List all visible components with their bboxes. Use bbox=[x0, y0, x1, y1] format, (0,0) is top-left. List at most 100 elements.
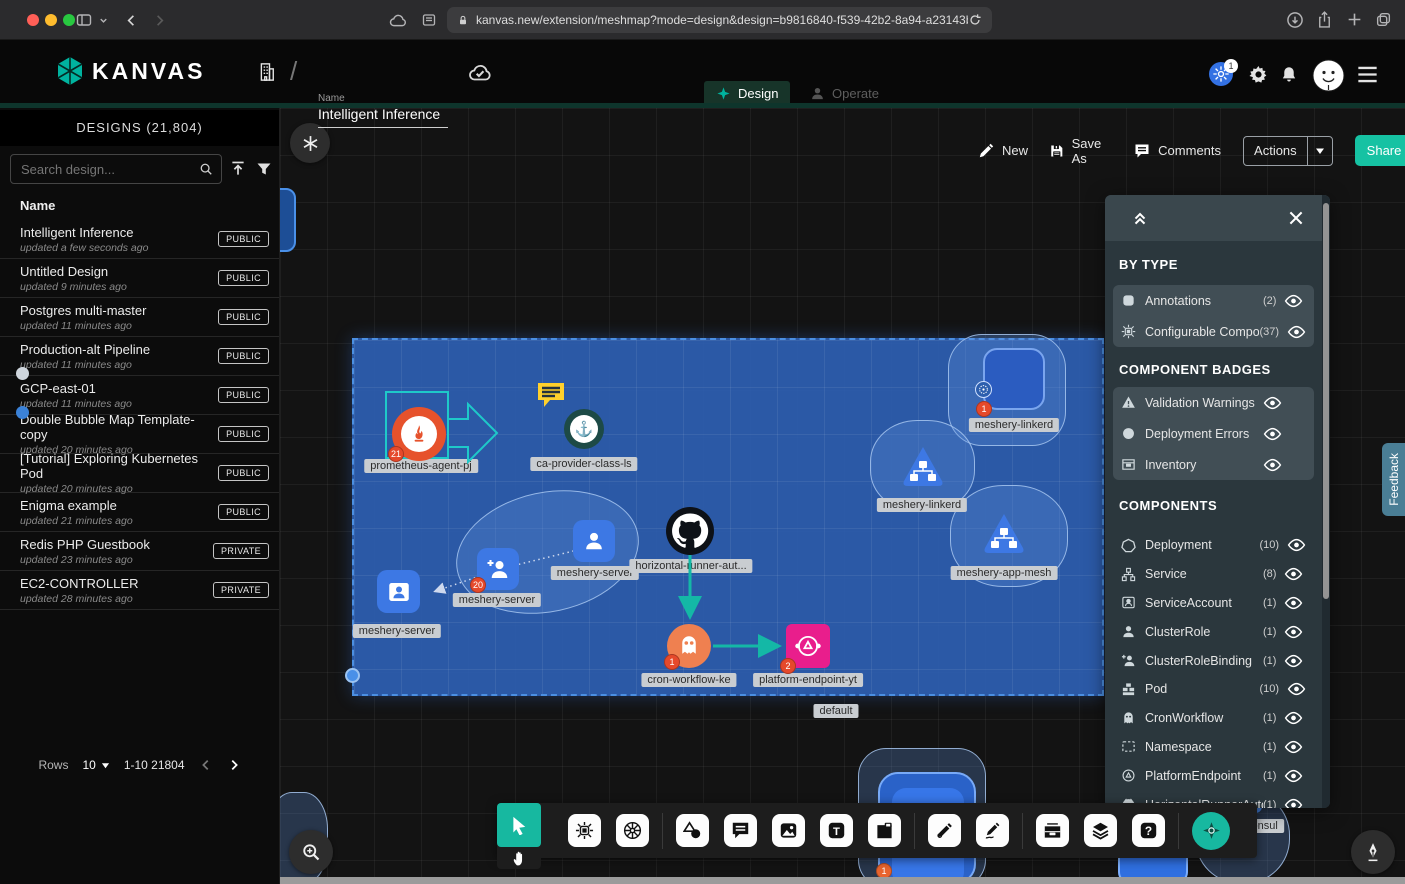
panel-row[interactable]: Inventory bbox=[1113, 449, 1314, 480]
kanvas-logo-icon[interactable] bbox=[54, 55, 86, 87]
design-list-item[interactable]: Double Bubble Map Template-copyupdated 2… bbox=[0, 415, 279, 454]
shapes-tool[interactable] bbox=[676, 814, 709, 847]
visibility-eye-icon[interactable] bbox=[1263, 458, 1282, 472]
panel-row[interactable]: Namespace(1) bbox=[1113, 733, 1314, 762]
visibility-eye-icon[interactable] bbox=[1284, 740, 1303, 754]
drawer-tool[interactable] bbox=[1036, 814, 1069, 847]
search-input[interactable] bbox=[19, 161, 199, 178]
minimize-window-button[interactable] bbox=[45, 14, 57, 26]
snap-grid-button[interactable] bbox=[290, 123, 330, 163]
tab-overview-button[interactable] bbox=[1375, 11, 1392, 28]
user-avatar[interactable] bbox=[1312, 59, 1345, 92]
zoom-in-button[interactable] bbox=[289, 830, 333, 874]
node-serviceaccount[interactable] bbox=[377, 570, 420, 613]
node-ca-provider[interactable]: ⚓ bbox=[564, 409, 604, 449]
comment-tool[interactable] bbox=[724, 814, 757, 847]
design-list-item[interactable]: GCP-east-01updated 11 minutes agoPUBLIC bbox=[0, 376, 279, 415]
panel-row[interactable]: Pod(10) bbox=[1113, 675, 1314, 704]
visibility-eye-icon[interactable] bbox=[1263, 396, 1282, 410]
bottom-scrollbar[interactable] bbox=[280, 877, 1405, 884]
design-list-item[interactable]: Enigma exampleupdated 21 minutes agoPUBL… bbox=[0, 493, 279, 532]
panel-row[interactable]: CronWorkflow(1) bbox=[1113, 704, 1314, 733]
maximize-window-button[interactable] bbox=[63, 14, 75, 26]
search-icon[interactable] bbox=[199, 161, 213, 177]
image-tool[interactable] bbox=[772, 814, 805, 847]
pencil-tool[interactable] bbox=[976, 814, 1009, 847]
node-clusterrole[interactable] bbox=[573, 520, 615, 562]
panel-row[interactable]: ServiceAccount(1) bbox=[1113, 589, 1314, 618]
components-tool[interactable] bbox=[568, 814, 601, 847]
close-panel-button[interactable] bbox=[1287, 209, 1305, 227]
panel-row[interactable]: Deployment(10) bbox=[1113, 531, 1314, 560]
selection-handle[interactable] bbox=[345, 668, 360, 683]
icloud-icon[interactable] bbox=[389, 12, 407, 28]
visibility-eye-icon[interactable] bbox=[1284, 769, 1303, 783]
url-bar[interactable]: kanvas.new/extension/meshmap?mode=design… bbox=[447, 7, 992, 33]
panel-row[interactable]: Annotations(2) bbox=[1113, 285, 1314, 316]
new-button[interactable]: New bbox=[978, 143, 1028, 159]
reader-icon[interactable] bbox=[421, 12, 437, 28]
design-list-item[interactable]: [Tutorial] Exploring Kubernetes Podupdat… bbox=[0, 454, 279, 493]
reload-button[interactable] bbox=[968, 13, 982, 27]
design-list-item[interactable]: Intelligent Inferenceupdated a few secon… bbox=[0, 220, 279, 259]
downloads-button[interactable] bbox=[1286, 11, 1304, 29]
scrollbar-thumb[interactable] bbox=[1323, 203, 1329, 599]
close-window-button[interactable] bbox=[27, 14, 39, 26]
panel-row[interactable]: Configurable Compon(37) bbox=[1113, 316, 1314, 347]
design-list-item[interactable]: EC2-CONTROLLERupdated 28 minutes agoPRIV… bbox=[0, 571, 279, 610]
visibility-eye-icon[interactable] bbox=[1284, 798, 1303, 808]
panel-row[interactable]: ClusterRole(1) bbox=[1113, 617, 1314, 646]
node-appmesh-service[interactable] bbox=[981, 511, 1027, 555]
panel-row[interactable]: Validation Warnings bbox=[1113, 387, 1314, 418]
visibility-eye-icon[interactable] bbox=[1284, 711, 1303, 725]
canvas-shape[interactable] bbox=[280, 188, 296, 252]
column-header-name[interactable]: Name bbox=[20, 198, 55, 213]
filter-icon[interactable] bbox=[256, 161, 272, 177]
sidebar-toggle-icon[interactable] bbox=[76, 12, 92, 28]
feedback-tab[interactable]: Feedback bbox=[1382, 443, 1405, 516]
back-button[interactable] bbox=[124, 13, 139, 28]
text-tool[interactable]: T bbox=[820, 814, 853, 847]
visibility-eye-icon[interactable] bbox=[1284, 625, 1303, 639]
design-name-input[interactable] bbox=[318, 106, 448, 128]
settings-gear-icon[interactable] bbox=[1249, 65, 1268, 84]
share-page-button[interactable] bbox=[1316, 10, 1333, 29]
collapse-panel-button[interactable] bbox=[1131, 209, 1149, 227]
actions-button[interactable]: Actions bbox=[1243, 136, 1333, 166]
annotate-pen-button[interactable] bbox=[1351, 830, 1395, 874]
hamburger-menu-icon[interactable] bbox=[1357, 66, 1378, 83]
visibility-eye-icon[interactable] bbox=[1284, 294, 1303, 308]
design-list-item[interactable]: Postgres multi-masterupdated 11 minutes … bbox=[0, 298, 279, 337]
panel-row[interactable]: PlatformEndpoint(1) bbox=[1113, 761, 1314, 790]
kubernetes-tool[interactable] bbox=[616, 814, 649, 847]
rows-per-page-select[interactable]: 10 bbox=[82, 758, 109, 772]
notifications-bell-icon[interactable] bbox=[1280, 65, 1298, 84]
select-tool[interactable] bbox=[497, 803, 541, 847]
save-as-button[interactable]: Save As bbox=[1050, 136, 1112, 166]
panel-row[interactable]: Service(8) bbox=[1113, 560, 1314, 589]
comment-annotation[interactable] bbox=[536, 381, 566, 414]
share-button[interactable]: Share bbox=[1355, 135, 1405, 166]
upload-design-icon[interactable] bbox=[229, 160, 247, 178]
panel-scrollbar[interactable] bbox=[1322, 195, 1330, 808]
visibility-eye-icon[interactable] bbox=[1263, 427, 1282, 441]
design-list-item[interactable]: Redis PHP Guestbookupdated 23 minutes ag… bbox=[0, 532, 279, 571]
forward-button[interactable] bbox=[152, 13, 167, 28]
new-tab-button[interactable] bbox=[1346, 11, 1363, 28]
visibility-eye-icon[interactable] bbox=[1287, 682, 1306, 696]
visibility-eye-icon[interactable] bbox=[1287, 538, 1306, 552]
comments-button[interactable]: Comments bbox=[1134, 143, 1221, 159]
chevron-down-icon[interactable] bbox=[98, 15, 109, 26]
visibility-eye-icon[interactable] bbox=[1284, 567, 1303, 581]
node-linkerd-service[interactable] bbox=[900, 444, 946, 488]
visibility-eye-icon[interactable] bbox=[1284, 596, 1303, 610]
pan-tool[interactable] bbox=[497, 847, 541, 869]
node-github-runner[interactable] bbox=[666, 507, 714, 555]
design-list-item[interactable]: Untitled Designupdated 9 minutes agoPUBL… bbox=[0, 259, 279, 298]
pen-tool[interactable] bbox=[928, 814, 961, 847]
node-linkerd-deployment[interactable] bbox=[983, 348, 1045, 410]
visibility-eye-icon[interactable] bbox=[1287, 325, 1306, 339]
panel-row[interactable]: Deployment Errors bbox=[1113, 418, 1314, 449]
sticky-note-tool[interactable] bbox=[868, 814, 901, 847]
design-list-item[interactable]: Production-alt Pipelineupdated 11 minute… bbox=[0, 337, 279, 376]
